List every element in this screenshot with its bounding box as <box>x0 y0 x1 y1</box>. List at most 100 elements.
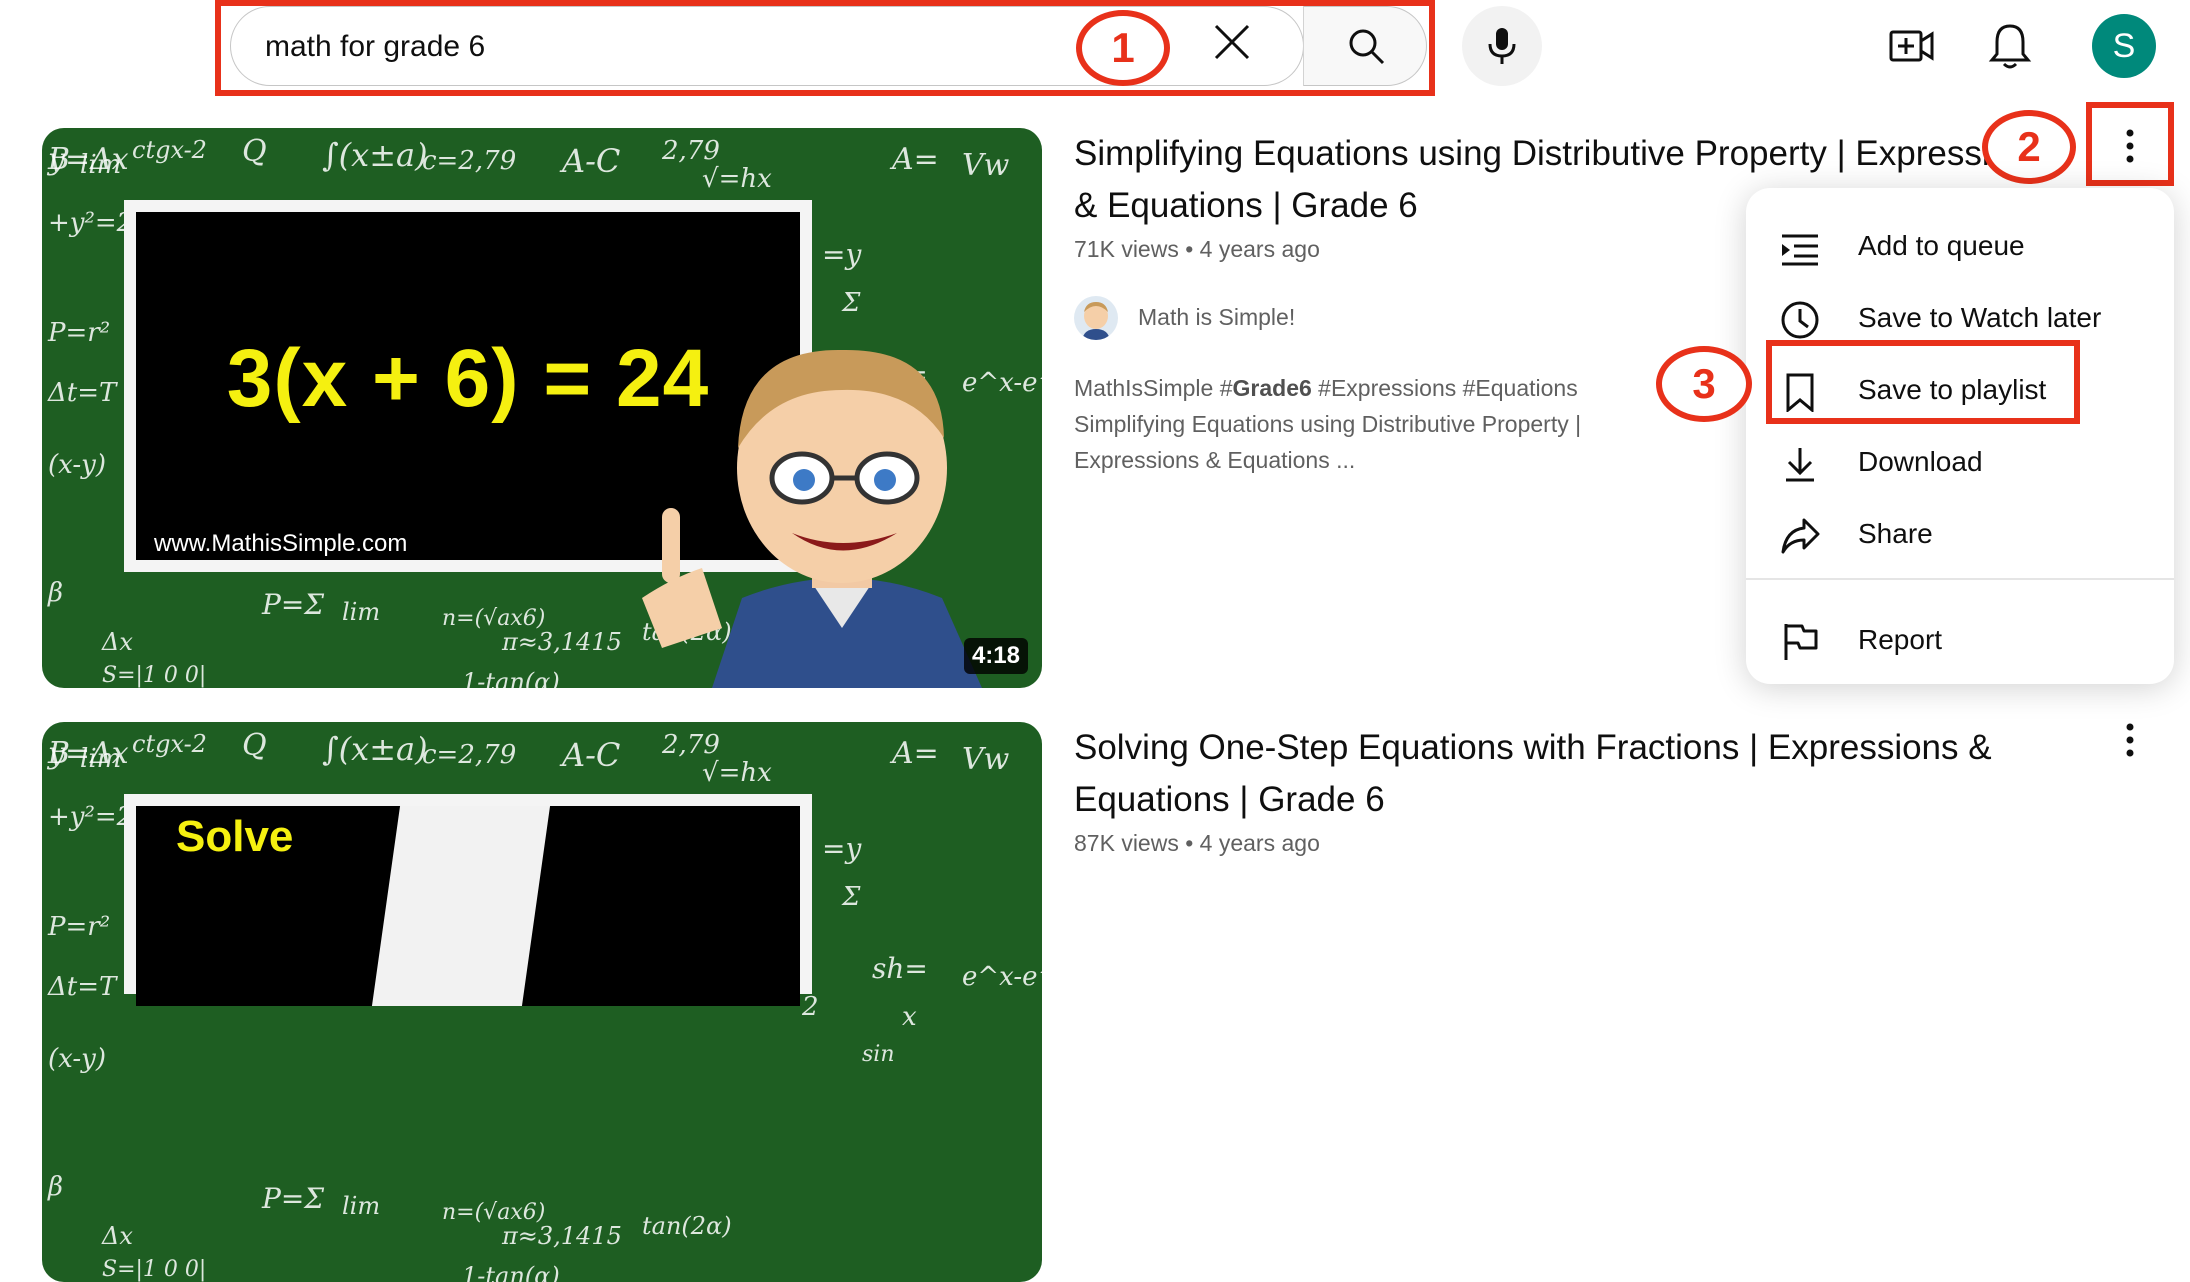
upload-age: 4 years ago <box>1199 236 1320 262</box>
more-actions-button[interactable] <box>2110 720 2150 760</box>
voice-search-button[interactable] <box>1462 6 1542 86</box>
bell-icon <box>1988 24 2032 69</box>
chalk-formula: Vw <box>962 742 1010 777</box>
annotation-marker-2: 2 <box>1982 110 2076 184</box>
video-thumbnail[interactable]: Blim ctgx-2 Q ∫(x±a) c=2,79 A-C 2,79 √=hx A= Vw +y… <box>42 722 1042 1282</box>
menu-item-label: Report <box>1858 624 1943 655</box>
create-video-icon <box>1889 30 1934 62</box>
channel-avatar-image <box>1082 302 1110 340</box>
chalk-formula: Q <box>242 728 267 763</box>
chalk-formula: 2 <box>802 992 819 1022</box>
chalk-formula: S=|1 0 0| <box>102 663 207 688</box>
meta-separator: • <box>1185 830 1200 856</box>
download-icon <box>1786 448 1814 482</box>
chalk-formula: S=|1 0 0| <box>102 1257 207 1282</box>
chalk-formula: (x-y) <box>48 1044 106 1074</box>
menu-item-add-to-queue[interactable]: Add to queue <box>1746 210 2174 282</box>
chalk-formula: tan(2α) <box>642 1212 732 1240</box>
annotation-marker-1: 1 <box>1076 10 1170 86</box>
video-meta: 71K views • 4 years ago <box>1074 236 1320 263</box>
menu-item-report[interactable]: Report <box>1746 604 2174 676</box>
chalk-formula: Σ <box>842 882 861 912</box>
video-title[interactable]: Solving One-Step Equations with Fraction… <box>1074 722 2074 826</box>
create-button[interactable] <box>1888 24 1936 68</box>
thumbnail-url: www.MathisSimple.com <box>154 530 408 557</box>
chalk-formula: =y <box>822 832 862 865</box>
chalk-formula: Δx <box>102 1222 133 1250</box>
menu-item-share[interactable]: Share <box>1746 498 2174 570</box>
chalk-formula: +y²=2 <box>48 802 134 832</box>
menu-item-label: Share <box>1858 518 1933 549</box>
chalk-formula: β <box>48 1172 64 1202</box>
chalk-formula: Σ <box>842 288 861 318</box>
chalk-formula: P=Σ <box>262 1182 325 1215</box>
chalk-formula: √=hx <box>702 758 772 788</box>
more-vertical-icon <box>2126 723 2134 757</box>
chalk-formula: c=2,79 <box>422 740 517 770</box>
video-context-menu: Add to queue Save to Watch later Save to… <box>1746 188 2174 684</box>
chalk-formula: A-C <box>562 736 621 774</box>
share-icon <box>1781 518 1820 554</box>
chalk-formula: 1-tan(α) <box>462 1262 560 1282</box>
view-count: 71K views <box>1074 236 1179 262</box>
chalk-formula: A-C <box>562 142 621 180</box>
chalk-formula: Q <box>242 134 267 169</box>
thumbnail-text: Solve <box>176 812 294 861</box>
chalk-formula: ∫(x±a) <box>322 730 428 768</box>
channel-avatar[interactable] <box>1074 296 1118 340</box>
annotation-marker-3: 3 <box>1656 346 1752 422</box>
video-description: MathIsSimple #Grade6 #Expressions #Equat… <box>1074 375 1582 473</box>
chalk-formula: β <box>48 578 64 608</box>
upload-age: 4 years ago <box>1199 830 1320 856</box>
chalk-formula: ∫(x±a) <box>322 136 428 174</box>
video-meta: 87K views • 4 years ago <box>1074 830 1320 857</box>
chalk-formula: ctgx-2 <box>132 136 207 164</box>
chalk-formula: Vw <box>962 148 1010 183</box>
menu-item-download[interactable]: Download <box>1746 426 2174 498</box>
microphone-icon <box>1488 28 1516 64</box>
chalk-formula: 2,79 <box>662 136 720 166</box>
chalk-formula: n=(√ax6) <box>442 606 546 631</box>
chalk-formula: e^x-e^-x <box>962 962 1042 992</box>
chalk-formula: A= <box>892 736 939 771</box>
chalk-formula: +y²=2 <box>48 208 134 238</box>
chalk-formula: 2,79 <box>662 730 720 760</box>
chalk-formula: y=Δx <box>48 736 129 771</box>
chalk-formula: sh= <box>872 952 928 985</box>
meta-separator: • <box>1185 236 1200 262</box>
menu-item-label: Download <box>1858 446 1983 477</box>
menu-item-label: Save to Watch later <box>1858 302 2102 333</box>
chalk-formula: Δt=T <box>48 378 117 408</box>
chalk-formula: lim <box>342 1192 381 1220</box>
chalk-formula: Δx <box>102 628 133 656</box>
menu-divider <box>1746 578 2174 580</box>
channel-name[interactable]: Math is Simple! <box>1138 304 1295 331</box>
chalk-formula: P=Σ <box>262 588 325 621</box>
flag-icon <box>1784 624 1818 660</box>
chalk-formula: =y <box>822 238 862 271</box>
chalk-formula: π≈3,1415 <box>502 1222 622 1250</box>
thumbnail-board: Solve <box>124 794 812 1006</box>
account-avatar[interactable]: S <box>2092 14 2156 78</box>
thumbnail-paper <box>371 806 551 1006</box>
chalk-formula: A= <box>892 142 939 177</box>
clock-icon <box>1781 301 1819 339</box>
cartoon-teacher-illustration <box>642 349 982 688</box>
chalk-formula: √=hx <box>702 164 772 194</box>
chalk-formula: Δt=T <box>48 972 117 1002</box>
chalk-formula: ctgx-2 <box>132 730 207 758</box>
chalk-formula: lim <box>342 598 381 626</box>
video-duration: 4:18 <box>963 638 1028 674</box>
notifications-button[interactable] <box>1988 22 2032 70</box>
chalk-formula: 1-tan(α) <box>462 668 560 688</box>
chalk-formula: (x-y) <box>48 450 106 480</box>
menu-item-label: Add to queue <box>1858 230 2025 261</box>
video-thumbnail[interactable]: Blim ctgx-2 Q ∫(x±a) c=2,79 A-C 2,79 √=hx A= Vw +y… <box>42 128 1042 688</box>
chalk-formula: y=Δx <box>48 142 129 177</box>
chalk-formula: sin <box>862 1042 895 1067</box>
chalk-formula: n=(√ax6) <box>442 1200 546 1225</box>
queue-icon <box>1782 234 1818 266</box>
annotation-box-save-playlist <box>1766 340 2080 424</box>
chalk-formula: P=r² <box>48 318 111 348</box>
chalk-formula: π≈3,1415 <box>502 628 622 656</box>
